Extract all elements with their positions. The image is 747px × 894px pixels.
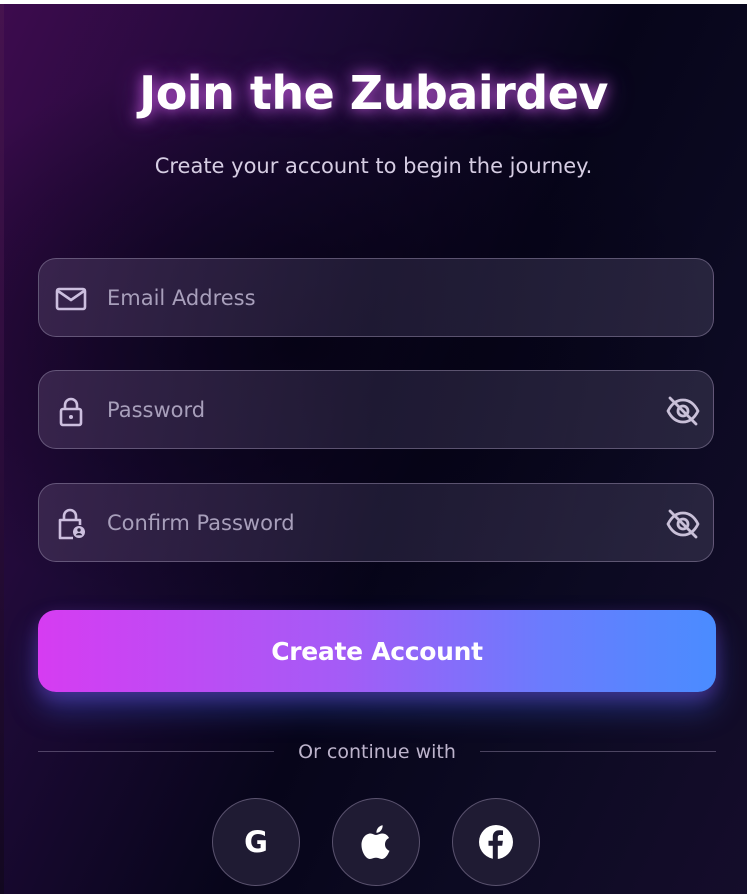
confirm-password-field[interactable] <box>38 483 714 562</box>
email-input[interactable] <box>107 277 647 319</box>
apple-icon <box>333 799 419 885</box>
divider-line-left <box>38 751 274 752</box>
password-field[interactable] <box>38 370 714 449</box>
lock-person-icon <box>55 508 87 540</box>
divider-text: Or continue with <box>298 741 456 763</box>
google-letter: G <box>244 825 268 859</box>
facebook-icon <box>453 799 539 885</box>
create-account-button[interactable]: Create Account <box>38 610 716 692</box>
google-login-button[interactable]: G <box>212 798 300 886</box>
divider-line-right <box>480 751 716 752</box>
google-icon: G <box>213 799 299 885</box>
lock-icon <box>55 395 87 427</box>
password-input[interactable] <box>107 389 647 431</box>
facebook-login-button[interactable] <box>452 798 540 886</box>
email-field[interactable] <box>38 258 714 337</box>
page-subtitle: Create your account to begin the journey… <box>154 154 593 178</box>
window-edge <box>0 4 4 894</box>
apple-login-button[interactable] <box>332 798 420 886</box>
mail-icon <box>55 283 87 315</box>
page-title: Join the Zubairdev <box>139 66 608 120</box>
eye-off-icon[interactable] <box>665 393 701 429</box>
confirm-password-input[interactable] <box>107 502 647 544</box>
signup-page: Join the Zubairdev Create your account t… <box>0 4 747 894</box>
eye-off-icon[interactable] <box>665 506 701 542</box>
